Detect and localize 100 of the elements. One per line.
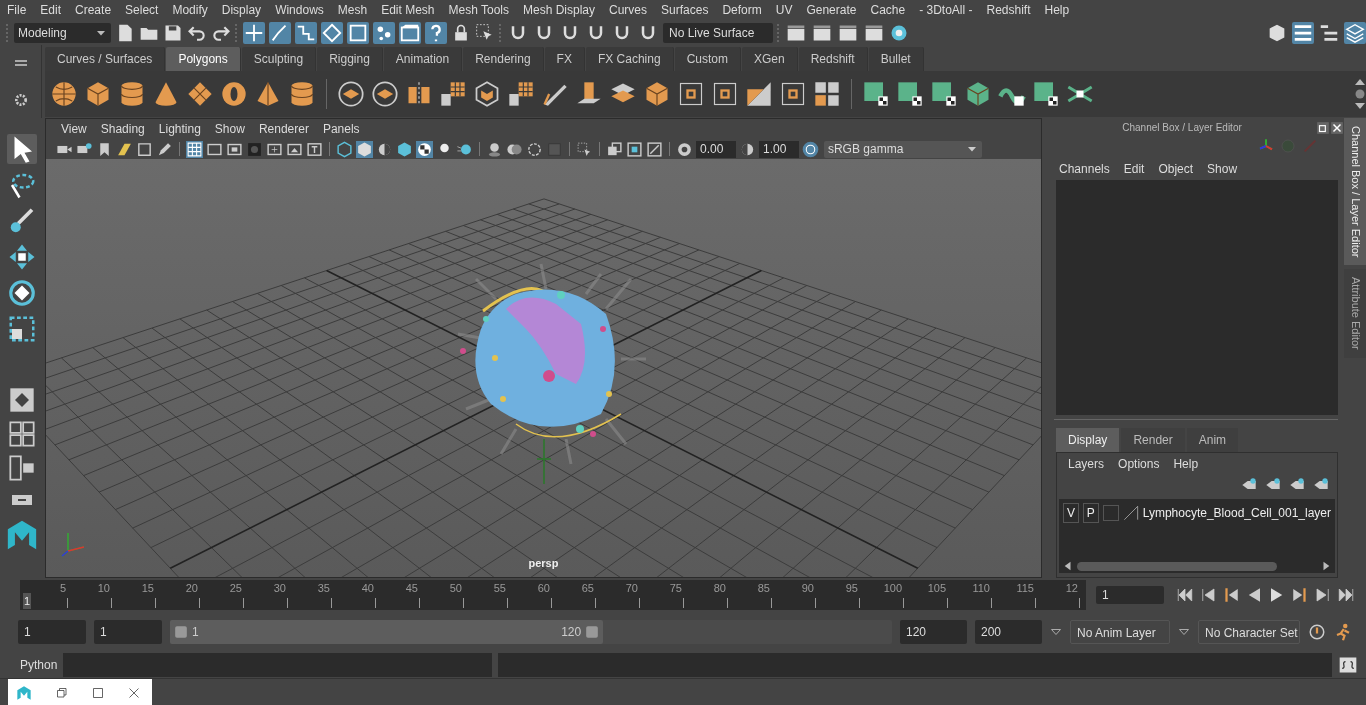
menu-item[interactable]: UV bbox=[768, 1, 800, 19]
diamond-icon[interactable] bbox=[186, 80, 214, 108]
menu-item[interactable]: Mesh bbox=[330, 1, 375, 19]
channel-menu-item[interactable]: Show bbox=[1200, 159, 1245, 178]
wireframe-cube-icon[interactable] bbox=[473, 80, 501, 108]
frame-icon[interactable] bbox=[779, 80, 807, 108]
menu-item[interactable]: Select bbox=[118, 1, 166, 19]
close-button[interactable] bbox=[128, 686, 140, 699]
layer-tab[interactable]: Render bbox=[1121, 428, 1185, 452]
menu-item[interactable]: Generate bbox=[799, 1, 864, 19]
grid-snap-icon[interactable] bbox=[135, 140, 153, 158]
rotate-icon[interactable] bbox=[7, 278, 38, 308]
restore-button[interactable] bbox=[56, 686, 68, 699]
panel-menu-item[interactable]: Panels bbox=[315, 120, 367, 138]
step-back-icon[interactable] bbox=[1199, 586, 1217, 604]
channel-menu-item[interactable]: Channels bbox=[1052, 159, 1117, 178]
panel-menu-item[interactable]: Shading bbox=[93, 120, 152, 138]
plus-icon[interactable] bbox=[243, 21, 265, 44]
live-surface-field[interactable]: No Live Surface bbox=[663, 22, 773, 43]
color-space-dropdown[interactable]: sRGB gamma bbox=[823, 140, 982, 158]
side-tab[interactable]: Channel Box / Layer Editor bbox=[1344, 118, 1366, 266]
motion-blur-icon[interactable] bbox=[525, 140, 543, 158]
shelf-tab[interactable]: Sculpting bbox=[241, 47, 317, 71]
side-tab[interactable]: Attribute Editor bbox=[1344, 269, 1366, 359]
menu-item[interactable]: Windows bbox=[268, 1, 331, 19]
frame-icon[interactable] bbox=[711, 80, 739, 108]
time-slider[interactable]: 1 5 10 15 20 25 30 35 40 45 50 55 60 65 70 75 80 85 90 95 100 105 110 115 12 bbox=[20, 580, 1086, 610]
scroll-left-icon[interactable] bbox=[1063, 561, 1073, 571]
xray-components-icon[interactable] bbox=[645, 140, 663, 158]
shelf-tab[interactable]: FX bbox=[544, 47, 585, 71]
channel-menu-item[interactable]: Edit bbox=[1116, 159, 1152, 178]
panel-layout-icon[interactable] bbox=[1292, 21, 1314, 44]
layer-menu-item[interactable]: Help bbox=[1166, 455, 1206, 473]
menu-item[interactable]: Surfaces bbox=[654, 1, 716, 19]
go-to-end-icon[interactable] bbox=[1337, 586, 1355, 604]
caret-icon[interactable] bbox=[1178, 626, 1190, 638]
shelf-tab[interactable]: Custom bbox=[674, 47, 741, 71]
ring-icon[interactable] bbox=[220, 80, 248, 108]
step-back-key-icon[interactable] bbox=[1222, 586, 1240, 604]
menu-item[interactable]: - 3DtoAll - bbox=[912, 1, 980, 19]
sphere-icon[interactable] bbox=[50, 80, 78, 108]
panel-menu-item[interactable]: Show bbox=[207, 120, 252, 138]
float-panel-icon[interactable] bbox=[1316, 120, 1331, 135]
cube-icon[interactable] bbox=[84, 80, 112, 108]
menu-item[interactable]: Edit Mesh bbox=[374, 1, 442, 19]
command-language-label[interactable]: Python bbox=[20, 656, 58, 674]
menu-item[interactable]: Help bbox=[1037, 1, 1077, 19]
panel-menu-item[interactable]: Renderer bbox=[251, 120, 316, 138]
layer-tab[interactable]: Anim bbox=[1186, 428, 1239, 452]
layers-stack-icon[interactable] bbox=[1344, 21, 1366, 44]
shelf-tab[interactable]: Polygons bbox=[166, 47, 241, 71]
animation-start-field[interactable]: 1 bbox=[18, 620, 86, 644]
layer-menu-item[interactable]: Layers bbox=[1061, 455, 1112, 473]
frame-icon[interactable] bbox=[677, 80, 705, 108]
checker-square-icon[interactable] bbox=[1032, 80, 1060, 108]
disc-icon[interactable] bbox=[371, 80, 399, 108]
horizontal-scrollbar-thumb[interactable] bbox=[1077, 561, 1277, 571]
scroll-right-icon[interactable] bbox=[1321, 561, 1331, 571]
shelf-tab[interactable]: Bullet bbox=[868, 47, 924, 71]
playback-end-field[interactable]: 120 bbox=[900, 620, 967, 644]
shelf-tab[interactable]: XGen bbox=[741, 47, 798, 71]
character-set-dropdown[interactable]: No Character Set bbox=[1198, 620, 1300, 644]
checker-square-icon[interactable] bbox=[930, 80, 958, 108]
command-input-field[interactable] bbox=[63, 653, 493, 677]
cylinder-icon[interactable] bbox=[118, 80, 146, 108]
maximize-button[interactable] bbox=[92, 686, 104, 699]
shelf-tab[interactable]: Curves / Surfaces bbox=[45, 47, 166, 71]
color-management-toggle-icon[interactable] bbox=[801, 140, 819, 158]
grid-icon[interactable] bbox=[185, 140, 203, 158]
shelf-tab[interactable]: Rendering bbox=[463, 47, 544, 71]
mode-dropdown[interactable]: Modeling bbox=[14, 22, 111, 43]
network-icon[interactable] bbox=[373, 21, 395, 44]
squares-icon[interactable] bbox=[813, 80, 841, 108]
shelf-tab[interactable]: Animation bbox=[383, 47, 463, 71]
grid-squares-icon[interactable] bbox=[507, 80, 535, 108]
channel-menu-item[interactable]: Object bbox=[1151, 159, 1201, 178]
playback-start-field[interactable]: 1 bbox=[94, 620, 162, 644]
shelf-tab[interactable]: Redshift bbox=[798, 47, 868, 71]
layer-tab[interactable]: Display bbox=[1056, 428, 1120, 452]
four-pane-layout-icon[interactable] bbox=[8, 420, 37, 448]
checker-square-icon[interactable] bbox=[862, 80, 890, 108]
exposure-field[interactable]: 0.00 bbox=[695, 140, 736, 158]
curve-icon[interactable] bbox=[295, 21, 317, 44]
step-forward-key-icon[interactable] bbox=[1291, 586, 1309, 604]
menu-item[interactable]: Modify bbox=[165, 1, 215, 19]
current-frame-field[interactable]: 1 bbox=[1096, 586, 1164, 604]
checker-square-icon[interactable] bbox=[896, 80, 924, 108]
caret-icon[interactable] bbox=[1050, 626, 1062, 638]
menu-item[interactable]: Create bbox=[68, 1, 119, 19]
go-to-start-icon[interactable] bbox=[1176, 586, 1194, 604]
step-forward-icon[interactable] bbox=[1314, 586, 1332, 604]
shelf-tab[interactable]: FX Caching bbox=[585, 47, 674, 71]
range-start-handle-icon[interactable] bbox=[174, 625, 188, 639]
menu-item[interactable]: Display bbox=[214, 1, 269, 19]
close-icon[interactable] bbox=[1330, 120, 1345, 135]
cube-icon[interactable] bbox=[643, 80, 671, 108]
settings-icon[interactable] bbox=[12, 91, 29, 108]
question-icon[interactable] bbox=[425, 21, 447, 44]
auto-key-icon[interactable] bbox=[1308, 623, 1326, 641]
menu-item[interactable]: Curves bbox=[602, 1, 655, 19]
